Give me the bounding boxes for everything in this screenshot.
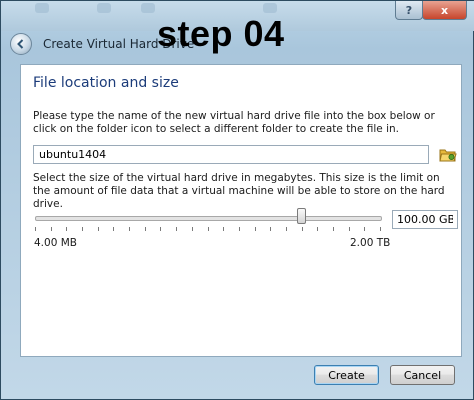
- slider-tick: [35, 227, 36, 231]
- create-button[interactable]: Create: [314, 365, 379, 385]
- slider-track: [35, 216, 382, 221]
- slider-ticks: [35, 227, 381, 232]
- content-panel: File location and size Please type the n…: [20, 64, 462, 357]
- location-instructions: Please type the name of the new virtual …: [33, 110, 435, 135]
- cancel-button[interactable]: Cancel: [390, 365, 455, 385]
- slider-tick: [145, 227, 146, 231]
- slider-tick: [364, 227, 365, 231]
- background-icon: [263, 3, 277, 13]
- slider-thumb[interactable]: [296, 208, 306, 224]
- slider-tick: [98, 227, 99, 231]
- back-arrow-icon: [17, 39, 24, 49]
- slider-tick: [302, 227, 303, 231]
- slider-tick: [380, 227, 381, 231]
- slider-tick: [113, 227, 114, 231]
- slider-tick: [176, 227, 177, 231]
- background-icon: [97, 3, 111, 13]
- slider-tick: [160, 227, 161, 231]
- file-name-input[interactable]: [33, 145, 429, 164]
- close-icon: x: [440, 3, 449, 17]
- help-icon: ?: [405, 3, 413, 17]
- slider-tick: [208, 227, 209, 231]
- slider-tick: [192, 227, 193, 231]
- back-button[interactable]: [10, 33, 32, 55]
- choose-folder-button[interactable]: [439, 146, 457, 163]
- size-input[interactable]: [392, 210, 458, 229]
- dialog-window: ? x Create Virtual Hard Drive step 04 Fi…: [0, 0, 474, 400]
- slider-tick: [286, 227, 287, 231]
- slider-tick: [82, 227, 83, 231]
- slider-tick: [270, 227, 271, 231]
- slider-tick: [66, 227, 67, 231]
- slider-tick: [255, 227, 256, 231]
- background-icon: [141, 3, 155, 13]
- slider-max-label: 2.00 TB: [350, 237, 391, 249]
- slider-tick: [51, 227, 52, 231]
- background-icon: [35, 3, 49, 13]
- close-button[interactable]: x: [422, 1, 467, 20]
- folder-icon: [439, 149, 457, 162]
- slider-tick: [349, 227, 350, 231]
- step-overlay-caption: step 04: [157, 13, 285, 54]
- section-heading: File location and size: [33, 75, 179, 91]
- size-slider[interactable]: [33, 208, 382, 232]
- help-button[interactable]: ?: [395, 1, 423, 20]
- slider-tick: [239, 227, 240, 231]
- slider-tick: [317, 227, 318, 231]
- slider-tick: [333, 227, 334, 231]
- slider-tick: [129, 227, 130, 231]
- size-instructions: Select the size of the virtual hard driv…: [33, 172, 445, 210]
- slider-tick: [223, 227, 224, 231]
- slider-min-label: 4.00 MB: [34, 237, 77, 249]
